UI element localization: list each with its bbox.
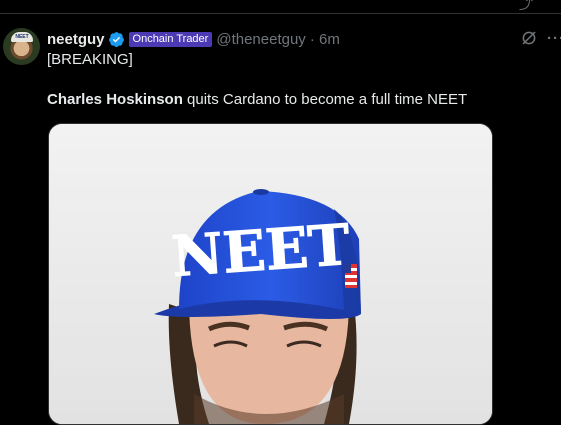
tweet-header: neetguy Onchain Trader @theneetguy · 6m	[47, 29, 340, 49]
grok-icon[interactable]	[520, 29, 538, 47]
share-icon[interactable]: ⤴	[519, 0, 533, 14]
more-icon[interactable]: ···	[547, 30, 561, 47]
avatar-cap-icon: NEET	[11, 32, 33, 42]
tweet-text-bold: Charles Hoskinson	[47, 91, 183, 108]
tweet-media-photo[interactable]: NEET	[48, 123, 493, 425]
photo-illustration: NEET	[49, 124, 492, 424]
top-divider: ⤴	[0, 0, 561, 14]
tweet-actions-top: ···	[520, 29, 561, 47]
tweet-text-line1: [BREAKING]	[47, 51, 133, 68]
tweet-text-rest: quits Cardano to become a full time NEET	[182, 91, 468, 108]
verified-badge-icon	[108, 31, 124, 47]
affiliation-badge[interactable]: Onchain Trader	[128, 31, 213, 47]
tweet-timestamp[interactable]: · 6m	[310, 31, 340, 48]
avatar[interactable]: NEET	[3, 28, 40, 65]
cap-text: NEET	[170, 212, 353, 290]
display-name[interactable]: neetguy	[47, 31, 105, 48]
user-handle[interactable]: @theneetguy	[216, 31, 305, 48]
tweet-text-line2: Charles Hoskinson quits Cardano to becom…	[47, 91, 467, 108]
